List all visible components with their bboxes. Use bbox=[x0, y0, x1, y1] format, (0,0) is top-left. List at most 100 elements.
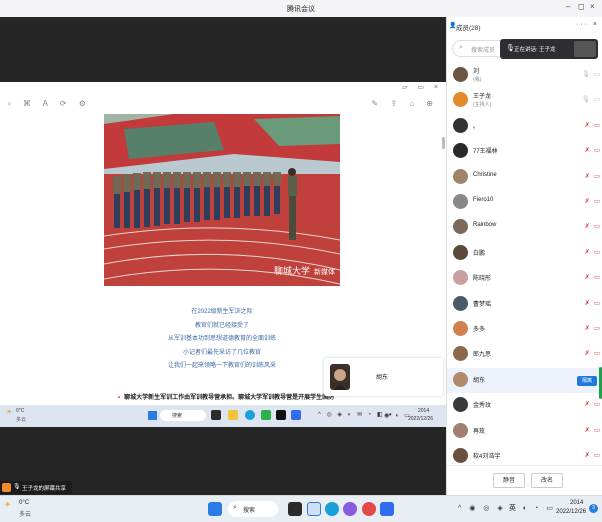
weather-icon: ☀ bbox=[6, 409, 13, 416]
folder-icon bbox=[228, 410, 238, 420]
mic-muted-icon[interactable]: ✗ bbox=[585, 222, 590, 230]
tray-icons: ^ ◎ ◈ ◐ ✉ ◔ ◧ ◕ bbox=[318, 412, 394, 418]
member-name: 。 bbox=[473, 123, 480, 130]
camera-off-icon[interactable]: ▭ bbox=[594, 172, 600, 180]
camera-off-icon[interactable]: ▭ bbox=[594, 451, 600, 459]
mic-muted-icon[interactable]: ✗ bbox=[585, 400, 590, 408]
mic-muted-icon[interactable]: ✗ bbox=[585, 197, 590, 205]
member-row[interactable]: Rainbow ✗ ▭ bbox=[447, 215, 602, 240]
camera-off-icon[interactable]: ▭ bbox=[594, 146, 600, 154]
panel-footer: 静音 改名 bbox=[447, 465, 602, 495]
mute-all-button[interactable]: 静音 bbox=[493, 473, 525, 488]
taskview-icon bbox=[211, 410, 221, 420]
member-name: 曹梦瑶 bbox=[473, 301, 492, 308]
mic-muted-icon[interactable]: ✗ bbox=[585, 146, 590, 154]
speaker-video-tile[interactable]: 胡东 bbox=[324, 358, 443, 396]
taskbar-search-box[interactable]: ⌕ 搜索 bbox=[228, 501, 278, 517]
windows-start-button[interactable] bbox=[208, 502, 222, 516]
member-row[interactable]: 曹梦瑶 ✗ ▭ bbox=[447, 292, 602, 317]
edge-icon[interactable] bbox=[325, 502, 339, 516]
member-avatar bbox=[453, 219, 468, 235]
mic-muted-icon[interactable]: ✗ bbox=[585, 248, 590, 256]
media-icon[interactable] bbox=[362, 502, 376, 516]
member-row[interactable]: 多多 ✗ ▭ bbox=[447, 317, 602, 342]
camera-off-icon[interactable]: ▭ bbox=[594, 349, 600, 357]
meeting-app-icon[interactable] bbox=[380, 502, 394, 516]
close-button[interactable]: × bbox=[590, 2, 595, 11]
camera-off-icon[interactable]: ▭ bbox=[594, 273, 600, 281]
article-bold-line: 聊城大学新生军训工作由军训教导营承担。聊城大学军训教导营是开展学生国防 bbox=[118, 392, 334, 401]
meeting-titlebar: 腾讯会议 – ◻ × bbox=[0, 0, 602, 17]
member-row[interactable]: 白鹏 ✗ ▭ bbox=[447, 241, 602, 266]
military-training-photo: 聊城大学 新媒体 bbox=[104, 114, 340, 286]
camera-icon[interactable]: ▭ bbox=[594, 95, 600, 103]
speaking-text: 正在讲话: 王子龙 bbox=[514, 47, 556, 53]
member-name: 金秀玟 bbox=[473, 403, 492, 410]
camera-off-icon[interactable]: ▭ bbox=[594, 324, 600, 332]
network-volume-icons[interactable]: ◖ ◔ ▭ bbox=[522, 504, 556, 512]
article-text: 在2022级新生军训之际 教官们就已经接受了 从军训基本功到思想道德教育的全面训… bbox=[104, 306, 340, 374]
panel-header: 👤 成员(28) ··· × bbox=[447, 17, 602, 34]
camera-off-icon[interactable]: ▭ bbox=[594, 299, 600, 307]
taskview-button[interactable] bbox=[288, 502, 302, 516]
member-name: Christine bbox=[473, 171, 497, 178]
mic-muted-icon[interactable]: ✗ bbox=[585, 349, 590, 357]
member-avatar bbox=[453, 448, 468, 463]
minimize-button[interactable]: – bbox=[566, 2, 570, 11]
tiktok-icon bbox=[276, 410, 286, 420]
member-row[interactable]: 刘 (我) 🎙 ▭ bbox=[447, 63, 602, 88]
mic-muted-icon[interactable]: ✗ bbox=[585, 451, 590, 459]
mic-icon[interactable]: 🎙 bbox=[582, 95, 590, 103]
camera-off-icon[interactable]: ▭ bbox=[594, 400, 600, 408]
camera-off-icon[interactable]: ▭ bbox=[594, 197, 600, 205]
mic-muted-icon[interactable]: ✗ bbox=[585, 324, 590, 332]
camera-off-icon[interactable]: ▭ bbox=[594, 426, 600, 434]
mic-muted-icon[interactable]: ✗ bbox=[585, 172, 590, 180]
photo-watermark-2: 新媒体 bbox=[314, 267, 335, 276]
app-icon bbox=[261, 410, 271, 420]
member-row[interactable]: 金秀玟 ✗ ▭ bbox=[447, 393, 602, 418]
maximize-button[interactable]: ◻ bbox=[578, 2, 585, 11]
article-line: 在2022级新生军训之际 bbox=[191, 309, 253, 315]
share-user-icon bbox=[2, 483, 11, 492]
rename-button[interactable]: 改名 bbox=[531, 473, 563, 488]
app-icon[interactable] bbox=[343, 502, 357, 516]
member-name: 白鹏 bbox=[473, 250, 486, 257]
clock-date[interactable]: 2022/12/26 bbox=[556, 509, 586, 515]
tray-icons[interactable]: ^ ◉ ◎ ◈ bbox=[458, 504, 506, 512]
member-action-button[interactable]: 隔离 bbox=[577, 375, 597, 386]
mic-muted-icon[interactable]: ✗ bbox=[585, 273, 590, 281]
member-row[interactable]: 77王福林 ✗ ▭ bbox=[447, 139, 602, 164]
mic-muted-icon[interactable]: ✗ bbox=[585, 426, 590, 434]
weather-temp: 0°C bbox=[19, 500, 30, 506]
member-row[interactable]: Fiero10 ✗ ▭ bbox=[447, 190, 602, 215]
panel-header-buttons[interactable]: ··· × bbox=[576, 21, 599, 28]
member-row[interactable]: 胡东 隔离 bbox=[447, 367, 602, 393]
screen-share-indicator[interactable]: 🎙 王子龙的屏幕共享 bbox=[0, 481, 72, 494]
camera-icon[interactable]: ▭ bbox=[594, 70, 600, 78]
remote-search-box: 搜索 bbox=[160, 410, 206, 421]
mic-muted-icon[interactable]: ✗ bbox=[585, 121, 590, 129]
mic-muted-icon[interactable]: ✗ bbox=[585, 299, 590, 307]
vscode-icon[interactable] bbox=[307, 502, 321, 516]
member-avatar bbox=[453, 117, 468, 133]
camera-off-icon[interactable]: ▭ bbox=[594, 222, 600, 230]
notification-badge[interactable]: 3 bbox=[589, 504, 598, 513]
speaker-name: 胡东 bbox=[376, 375, 389, 381]
mic-icon[interactable]: 🎙 bbox=[582, 70, 590, 78]
member-row[interactable]: Christine ✗ ▭ bbox=[447, 165, 602, 190]
member-row[interactable]: 王子龙 (主持人) 🎙 ▭ bbox=[447, 88, 602, 113]
meeting-app-icon bbox=[291, 410, 301, 420]
clock-time[interactable]: 2014 bbox=[570, 500, 583, 506]
member-row[interactable]: 再玫 ✗ ▭ bbox=[447, 419, 602, 444]
remote-clock-date: 2022/12/26 bbox=[408, 416, 434, 422]
camera-off-icon[interactable]: ▭ bbox=[594, 248, 600, 256]
member-row[interactable]: 郎九思 ✗ ▭ bbox=[447, 342, 602, 367]
ime-indicator[interactable]: 英 bbox=[509, 503, 516, 513]
speaker-avatar bbox=[330, 364, 350, 390]
member-row[interactable]: 。 ✗ ▭ bbox=[447, 114, 602, 139]
member-row[interactable]: 陈晓彤 ✗ ▭ bbox=[447, 266, 602, 291]
search-icon: ⌕ bbox=[233, 504, 237, 511]
member-name: 77王福林 bbox=[473, 149, 498, 156]
camera-off-icon[interactable]: ▭ bbox=[594, 121, 600, 129]
